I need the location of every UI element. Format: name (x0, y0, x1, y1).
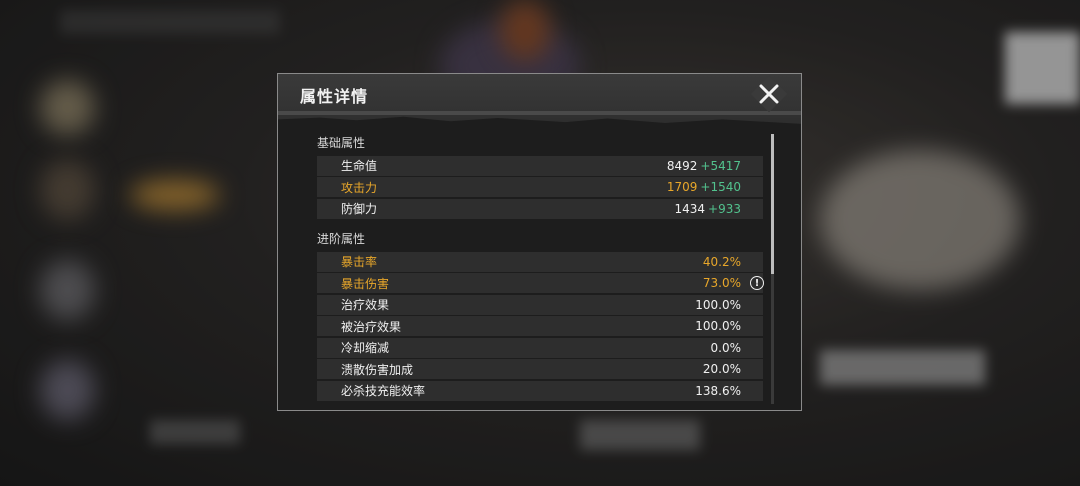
stat-value: 1709 +1540 (667, 180, 763, 194)
close-icon (759, 84, 779, 104)
stat-base: 8492 (666, 158, 698, 173)
stat-bonus: +1540 (700, 180, 741, 194)
stat-bonus: +933 (708, 201, 741, 216)
stat-row-crit-damage: 暴击伤害 73.0% ! (317, 273, 764, 293)
stat-label: 被治疗效果 (341, 319, 402, 334)
scrollbar[interactable] (771, 134, 774, 404)
stat-label: 必杀技充能效率 (341, 384, 426, 398)
game-screen: 属性详情 基础属性 生命值 8492 +5417 攻击力 1709 +1540 … (0, 0, 1080, 486)
stat-label: 冷却缩减 (341, 341, 390, 355)
scrollbar-thumb[interactable] (771, 134, 774, 274)
stat-label: 暴击伤害 (341, 276, 390, 291)
stat-row-defense: 防御力 1434 +933 (317, 198, 763, 219)
stat-value: 100.0% (695, 319, 741, 333)
stat-row-cooldown: 冷却缩减 0.0% (317, 337, 763, 358)
dialog-title: 属性详情 (300, 87, 369, 106)
info-icon[interactable]: ! (750, 276, 764, 290)
stat-row-healing: 治疗效果 100.0% (317, 294, 763, 315)
attribute-list[interactable]: 基础属性 生命值 8492 +5417 攻击力 1709 +1540 防御力 1… (316, 132, 766, 404)
header-decoration (278, 116, 801, 132)
stat-value: 1434 +933 (674, 202, 763, 216)
section-title-basic: 基础属性 (317, 136, 366, 150)
header-stripe (278, 111, 801, 115)
stat-label: 暴击率 (341, 255, 378, 269)
stat-label: 溃散伤害加成 (341, 362, 414, 377)
stat-label: 攻击力 (341, 180, 378, 195)
stat-bonus: +5417 (700, 158, 741, 173)
stat-value: 100.0% (695, 297, 741, 312)
stat-base: 1434 (674, 201, 706, 216)
stat-row-crit-rate: 暴击率 40.2% (317, 251, 763, 272)
stat-value: 138.6% (695, 383, 741, 398)
attribute-details-dialog: 属性详情 基础属性 生命值 8492 +5417 攻击力 1709 +1540 … (277, 73, 802, 411)
stat-value: 20.0% (702, 362, 741, 376)
dialog-header: 属性详情 (278, 74, 801, 132)
section-title-advanced: 进阶属性 (317, 232, 366, 246)
close-button[interactable] (751, 80, 787, 108)
stat-row-break-damage: 溃散伤害加成 20.0% (317, 359, 763, 379)
stat-row-healing-received: 被治疗效果 100.0% (317, 316, 763, 336)
stat-value: 0.0% (710, 340, 742, 355)
stat-base: 1709 (666, 180, 698, 194)
stat-label: 防御力 (341, 202, 378, 216)
stat-row-ultimate-charge: 必杀技充能效率 138.6% (317, 380, 763, 401)
stat-row-hp: 生命值 8492 +5417 (317, 155, 763, 176)
stat-row-attack: 攻击力 1709 +1540 (317, 177, 763, 197)
stat-label: 治疗效果 (341, 298, 390, 312)
stat-value: 40.2% (702, 254, 741, 269)
stat-label: 生命值 (341, 159, 378, 173)
stat-value: 8492 +5417 (667, 159, 763, 173)
